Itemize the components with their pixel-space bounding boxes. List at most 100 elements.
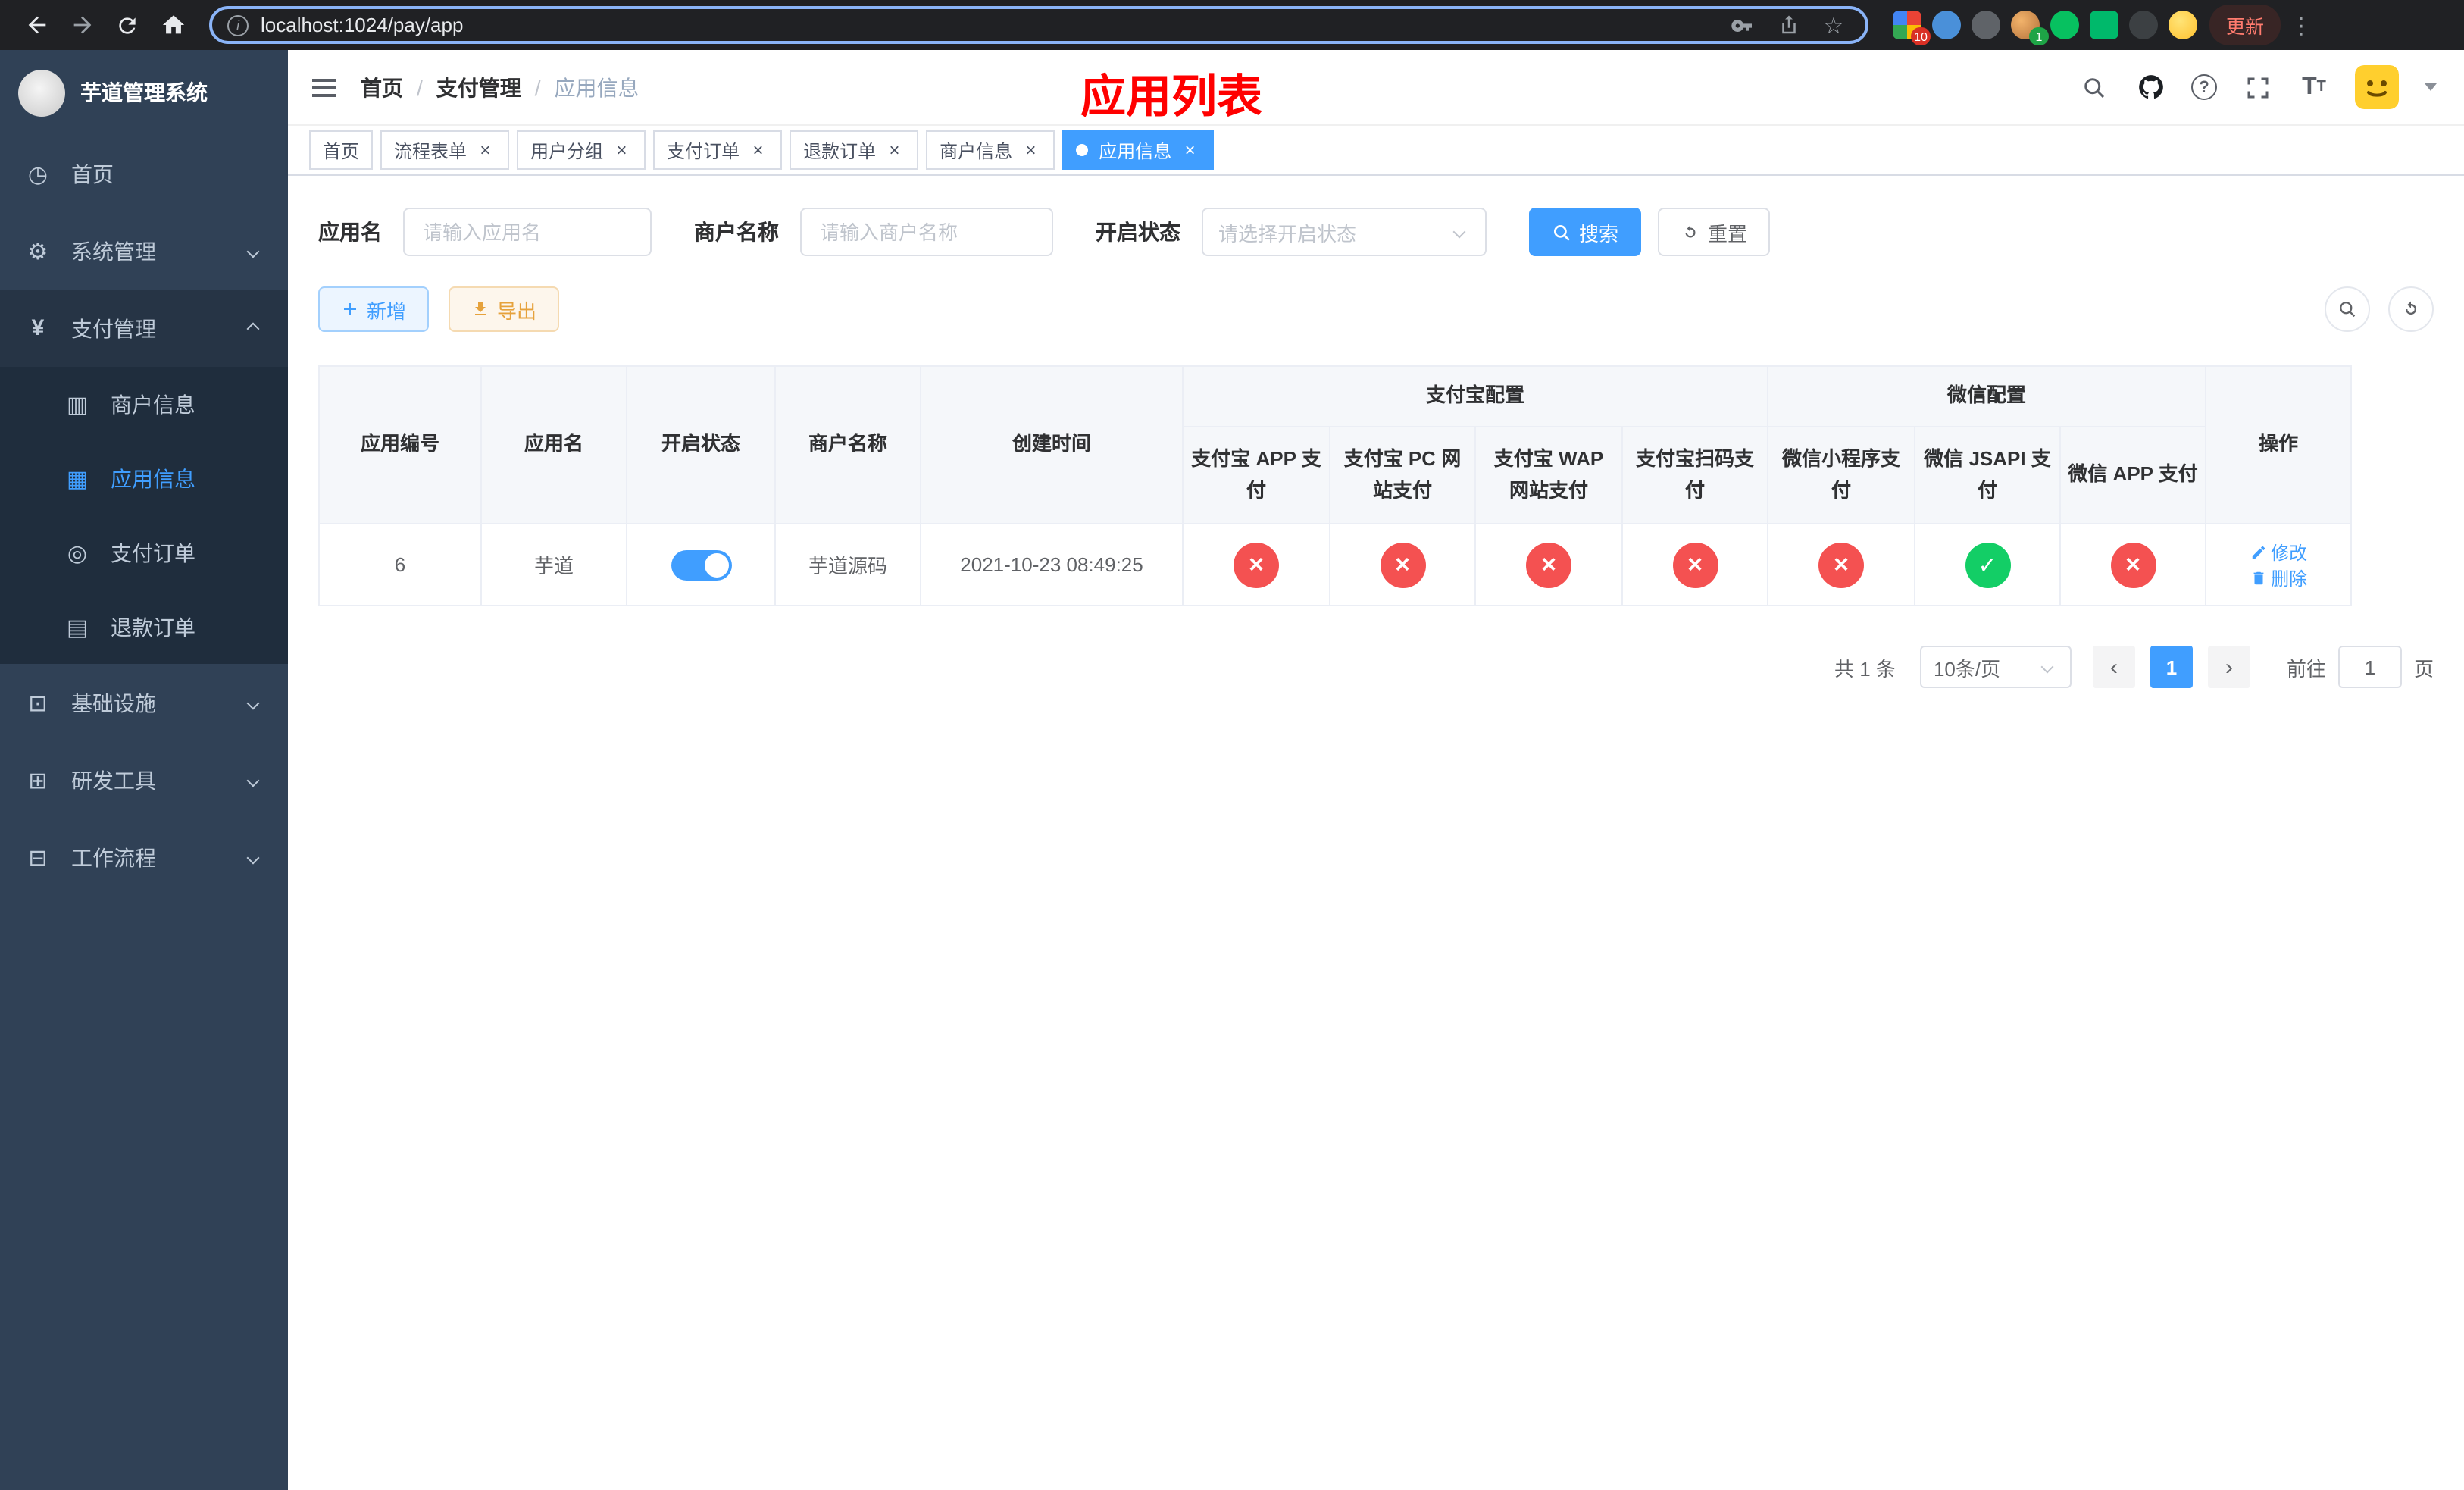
sidebar-item-infrastructure[interactable]: ⊡ 基础设施 [0,664,288,741]
page-size-select[interactable]: 10条/页 [1919,646,2072,688]
sidebar-item-dev-tools[interactable]: ⊞ 研发工具 [0,741,288,819]
close-icon[interactable] [883,139,905,161]
sidebar-item-system[interactable]: ⚙ 系统管理 [0,212,288,290]
browser-menu-icon[interactable]: ⋮ [2284,11,2319,39]
tab-pay-order[interactable]: 支付订单 [653,130,783,170]
search-button[interactable]: 搜索 [1529,208,1642,256]
chevron-down-icon[interactable] [2425,83,2437,97]
cell-created: 2021-10-23 08:49:25 [920,523,1184,606]
sidebar-item-workflow[interactable]: ⊟ 工作流程 [0,819,288,896]
breadcrumb-home[interactable]: 首页 [361,72,403,102]
col-created: 创建时间 [920,365,1184,524]
extension-icon[interactable] [2129,11,2158,39]
add-button[interactable]: 新增 [318,286,430,332]
app-name-label: 应用名 [318,220,382,244]
bookmark-star-icon[interactable]: ☆ [1817,8,1850,42]
font-size-icon[interactable] [2299,72,2329,102]
goto-label: 前往 [2286,657,2326,680]
sidebar-item-app-info[interactable]: ▦ 应用信息 [0,441,288,515]
app-logo[interactable]: 芋道管理系统 [0,50,288,135]
sidebar-item-merchant-info[interactable]: ▥ 商户信息 [0,367,288,441]
browser-back-icon[interactable] [15,4,58,46]
sidebar-item-payment[interactable]: ¥ 支付管理 [0,290,288,367]
export-button[interactable]: 导出 [449,286,560,332]
browser-profile-avatar[interactable] [2169,11,2197,39]
col-alipay-wap: 支付宝 WAP 网站支付 [1474,426,1623,524]
reset-button[interactable]: 重置 [1658,208,1771,256]
tab-process-form[interactable]: 流程表单 [380,130,510,170]
breadcrumb-payment[interactable]: 支付管理 [436,72,521,102]
delete-link[interactable]: 删除 [2250,565,2307,590]
close-icon[interactable] [474,139,496,161]
extension-icon[interactable] [1972,11,2000,39]
browser-reload-icon[interactable] [106,4,149,46]
goto-page-input[interactable] [2337,646,2402,688]
profile-extension-icon[interactable]: 1 [2011,11,2049,45]
status-select[interactable]: 请选择开启状态 [1202,208,1487,256]
tab-app-info[interactable]: 应用信息 [1062,130,1215,170]
chevron-down-icon [2040,660,2054,674]
browser-forward-icon[interactable] [61,4,103,46]
sidebar-item-home[interactable]: ◷ 首页 [0,135,288,212]
chevron-down-icon [246,696,260,709]
chevron-down-icon [1452,225,1466,239]
total-count: 共 1 条 [1834,657,1896,680]
status-toggle[interactable] [671,549,731,580]
refresh-icon[interactable] [2388,286,2434,332]
tab-user-group[interactable]: 用户分组 [517,130,646,170]
close-icon[interactable] [611,139,632,161]
group-alipay-config: 支付宝配置 [1181,365,1769,427]
share-icon[interactable] [1771,8,1805,42]
user-avatar[interactable] [2355,65,2399,109]
page-1-button[interactable]: 1 [2150,646,2193,688]
search-icon[interactable] [2079,72,2109,102]
collapse-sidebar-icon[interactable] [288,49,361,125]
alipay-app-disabled-icon [1234,542,1279,587]
extension-grid-icon[interactable]: 10 [1893,11,1931,45]
app-title: 芋道管理系统 [80,80,208,105]
cell-app-id: 6 [318,523,482,606]
col-actions: 操作 [2205,365,2353,524]
alipay-pc-disabled-icon [1380,542,1425,587]
edit-link[interactable]: 修改 [2250,539,2307,565]
close-icon[interactable] [1179,139,1200,161]
extension-icon[interactable] [1932,11,1961,39]
sidebar-item-refund-order[interactable]: ▤ 退款订单 [0,590,288,664]
card-icon: ▥ [66,392,89,418]
browser-home-icon[interactable] [152,4,194,46]
tab-home[interactable]: 首页 [309,130,374,170]
toggle-search-icon[interactable] [2325,286,2370,332]
next-page-button[interactable]: › [2207,646,2250,688]
col-alipay-pc: 支付宝 PC 网站支付 [1329,426,1476,524]
yen-icon: ¥ [31,315,45,341]
pagination: 共 1 条 10条/页 ‹ 1 › 前往 页 [318,646,2434,688]
extension-icon[interactable] [2050,11,2079,39]
close-icon[interactable] [1020,139,1041,161]
prev-page-button[interactable]: ‹ [2092,646,2135,688]
help-icon[interactable] [2191,74,2217,100]
address-bar[interactable]: i localhost:1024/pay/app ☆ [209,6,1868,44]
url-text[interactable]: localhost:1024/pay/app [261,14,1714,36]
merchant-name-input[interactable] [800,208,1053,256]
extension-icon[interactable] [2090,11,2118,39]
order-icon: ◎ [67,540,88,566]
tab-refund-order[interactable]: 退款订单 [790,130,919,170]
page-title: 应用列表 [1080,72,1262,122]
github-icon[interactable] [2135,72,2165,102]
close-icon[interactable] [747,139,768,161]
app-name-input[interactable] [403,208,652,256]
alipay-qr-disabled-icon [1672,542,1718,587]
chevron-down-icon [246,850,260,864]
chevron-up-icon [246,321,260,335]
browser-update-button[interactable]: 更新 [2209,5,2281,45]
sidebar-item-pay-order[interactable]: ◎ 支付订单 [0,515,288,590]
fullscreen-icon[interactable] [2243,72,2273,102]
site-info-icon[interactable]: i [227,14,249,36]
col-alipay-app: 支付宝 APP 支付 [1182,426,1330,524]
password-key-icon[interactable] [1726,8,1759,42]
infra-icon: ⊡ [28,690,48,716]
breadcrumb-current: 应用信息 [554,75,639,99]
filter-form: 应用名 商户名称 开启状态 请选择开启状态 [318,208,2434,256]
tab-merchant-info[interactable]: 商户信息 [926,130,1055,170]
workflow-icon: ⊟ [28,845,48,871]
